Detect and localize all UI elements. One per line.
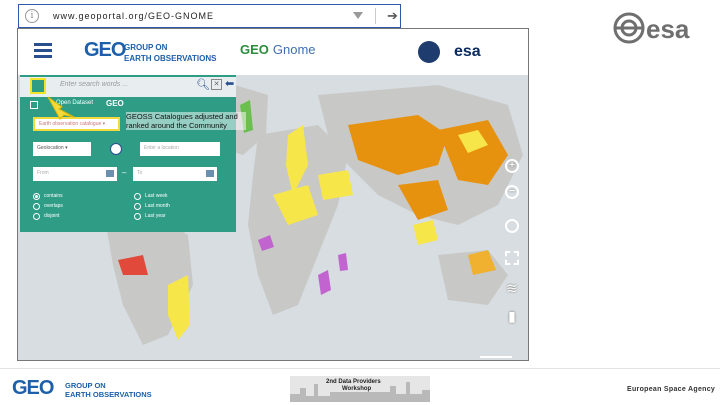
go-arrow-icon[interactable]: ➔ [387, 8, 398, 24]
calendar-icon[interactable] [106, 170, 114, 177]
radio-overlaps[interactable] [33, 203, 40, 210]
browser-viewport: GEO GROUP ON EARTH OBSERVATIONS GEO Gnome… [17, 28, 529, 361]
open-dataset-checkbox[interactable] [30, 101, 38, 109]
workshop-title: 2nd Data Providers [326, 379, 381, 385]
esa-logo-text: esa [646, 14, 690, 44]
zoom-in-icon[interactable]: + [505, 159, 519, 173]
from-date-input[interactable]: From [33, 167, 117, 181]
back-arrow-icon[interactable]: ⬅ [225, 77, 234, 90]
footer-geo-line1: GROUP ON [65, 381, 106, 390]
dropdown-arrow-icon[interactable] [353, 12, 363, 19]
radio-last-month[interactable] [134, 203, 141, 210]
radio-label: contains [44, 193, 63, 199]
workshop-subtitle: Workshop [342, 386, 372, 392]
location-input[interactable]: Enter a location [140, 142, 220, 156]
info-icon[interactable]: i [25, 9, 39, 23]
partner-emblem-icon [418, 41, 440, 63]
geo-logo-line1: GROUP ON [124, 43, 168, 52]
zoom-out-icon[interactable]: − [505, 185, 519, 199]
navigation-icon[interactable] [505, 219, 519, 233]
partner-esa-logo: esa [454, 43, 481, 60]
footer-divider [0, 368, 720, 369]
radio-label: Last month [145, 203, 170, 209]
clear-icon[interactable]: ✕ [211, 79, 222, 90]
app-title: GEO Gnome [240, 42, 316, 57]
geo-logo-mark: GEO [84, 39, 126, 61]
app-header: GEO GROUP ON EARTH OBSERVATIONS GEO Gnome… [18, 29, 528, 75]
radio-last-week[interactable] [134, 193, 141, 200]
presentation-slide: i www.geoportal.org/GEO-GNOME ➔ esa GEO … [0, 0, 720, 405]
address-bar[interactable]: i www.geoportal.org/GEO-GNOME ➔ [18, 4, 401, 28]
search-input[interactable]: Enter search words ... [60, 81, 128, 88]
callout-text: GEOSS Catalogues adjusted and ranked aro… [126, 112, 246, 130]
to-date-input[interactable]: To [133, 167, 217, 181]
footer-geo-mark: GEO [12, 377, 54, 399]
bookmark-icon[interactable]: ▮ [503, 307, 521, 325]
radio-label: Last year [145, 213, 166, 219]
url-text[interactable]: www.geoportal.org/GEO-GNOME [53, 11, 214, 21]
geo-logo-line2: EARTH OBSERVATIONS [124, 54, 217, 63]
menu-icon[interactable] [34, 43, 52, 59]
radio-last-year[interactable] [134, 213, 141, 220]
layers-icon[interactable]: ≋ [503, 279, 521, 297]
search-icon[interactable]: 🔍︎ [196, 78, 210, 91]
geolocation-select[interactable]: Geolocation ▾ [33, 142, 91, 156]
radio-label: disjoint [44, 213, 60, 219]
esa-logo: esa [612, 10, 712, 46]
radio-label: overlaps [44, 203, 63, 209]
footer-geo-line2: EARTH OBSERVATIONS [65, 390, 152, 399]
footer-agency-name: European Space Agency [627, 386, 716, 393]
radio-disjoint[interactable] [33, 213, 40, 220]
extent-icon[interactable] [505, 251, 519, 265]
location-pin-icon[interactable] [110, 143, 122, 155]
radio-contains[interactable] [33, 193, 40, 200]
gnome-mark: GEO [240, 42, 269, 57]
divider [375, 8, 376, 24]
workshop-banner: 2nd Data Providers Workshop [290, 376, 430, 402]
app-title-text: Gnome [272, 42, 316, 57]
geo-small-logo: GEO [106, 99, 124, 108]
radio-label: Last week [145, 193, 168, 199]
calendar-icon[interactable] [206, 170, 214, 177]
scale-bar [480, 356, 512, 358]
geo-search-button[interactable] [30, 78, 46, 94]
map-view[interactable]: Enter search words ... 🔍︎ ✕ ⬅ Open Datas… [18, 75, 528, 360]
highlight-arrow [47, 96, 75, 120]
date-range-dash: – [122, 168, 127, 177]
